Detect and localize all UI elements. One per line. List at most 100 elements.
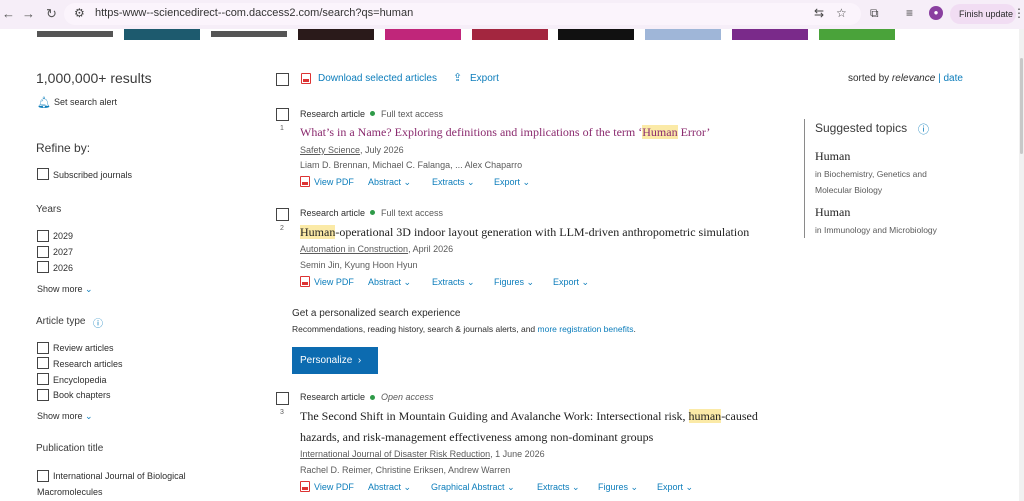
bell-icon[interactable]: 🔔︎	[37, 96, 51, 109]
topic-link[interactable]: Human	[815, 149, 850, 164]
result-checkbox[interactable]	[276, 392, 289, 405]
subscribed-journals-checkbox[interactable]	[37, 168, 49, 180]
journal-thumbnail[interactable]	[645, 29, 721, 40]
export-toggle[interactable]: Export ⌄	[494, 177, 530, 188]
article-type-checkbox[interactable]	[37, 389, 49, 401]
publication-label: International Journal of Biological	[53, 471, 186, 481]
journal-thumbnail[interactable]	[385, 29, 461, 40]
year-checkbox[interactable]	[37, 261, 49, 273]
access-label: Full text access	[381, 109, 444, 119]
finish-update-button[interactable]: Finish update	[950, 4, 1016, 24]
menu-icon[interactable]: ⋮	[1013, 6, 1024, 20]
figures-toggle[interactable]: Figures ⌄	[598, 482, 638, 493]
graphical-abstract-toggle[interactable]: Graphical Abstract ⌄	[431, 482, 515, 493]
download-selected-link[interactable]: Download selected articles	[318, 73, 437, 84]
journal-thumbnail[interactable]	[211, 31, 287, 37]
extracts-toggle[interactable]: Extracts ⌄	[432, 177, 475, 188]
article-type-label: Review articles	[53, 343, 114, 353]
result-date: , 1 June 2026	[490, 449, 545, 459]
journal-link[interactable]: Automation in Construction	[300, 244, 408, 254]
extensions-icon[interactable]: ⧉	[870, 6, 879, 21]
scrollbar-thumb[interactable]	[1020, 58, 1023, 154]
abstract-toggle[interactable]: Abstract ⌄	[368, 177, 411, 188]
title-text: -operational 3D indoor layout generation…	[335, 225, 750, 239]
export-link[interactable]: Export	[470, 73, 499, 84]
result-authors: Liam D. Brennan, Michael C. Falanga, ...…	[300, 160, 523, 170]
topic-link[interactable]: Human	[815, 205, 850, 220]
extracts-toggle[interactable]: Extracts ⌄	[432, 277, 475, 288]
topic-category: in Immunology and Microbiology	[815, 225, 937, 235]
reading-list-icon[interactable]: ≡	[906, 6, 913, 20]
export-toggle[interactable]: Export ⌄	[553, 277, 589, 288]
registration-benefits-link[interactable]: more registration benefits	[538, 324, 634, 334]
result-title-link[interactable]: The Second Shift in Mountain Guiding and…	[300, 409, 758, 424]
help-icon[interactable]: ⓘ	[93, 315, 103, 330]
export-toggle[interactable]: Export ⌄	[657, 482, 693, 493]
access-label: Full text access	[381, 208, 444, 218]
result-title-link[interactable]: Human-operational 3D indoor layout gener…	[300, 225, 749, 240]
result-number: 1	[280, 125, 284, 132]
translate-icon[interactable]: ⇆	[814, 6, 824, 20]
journal-thumbnail[interactable]	[819, 29, 895, 40]
year-label: 2026	[53, 263, 74, 273]
journal-thumbnail[interactable]	[37, 31, 113, 37]
chevron-down-icon: ⌄	[581, 277, 590, 287]
help-icon[interactable]: ⓘ	[918, 121, 929, 137]
year-checkbox[interactable]	[37, 246, 49, 258]
chevron-down-icon: ⌄	[467, 177, 475, 187]
publication-checkbox[interactable]	[37, 470, 49, 482]
site-settings-icon[interactable]: ⚙	[74, 6, 85, 20]
set-search-alert-link[interactable]: Set search alert	[54, 97, 117, 107]
promo-end: .	[633, 324, 636, 334]
url-text[interactable]: https-www--sciencedirect--com.daccess2.c…	[95, 7, 413, 19]
chevron-down-icon: ⌄	[85, 284, 93, 294]
article-type-checkbox[interactable]	[37, 373, 49, 385]
result-title-link[interactable]: What’s in a Name? Exploring definitions …	[300, 125, 710, 140]
chevron-down-icon: ⌄	[403, 482, 412, 492]
chevron-down-icon: ⌄	[522, 177, 531, 187]
chevron-down-icon: ⌄	[507, 482, 515, 492]
result-title-line2[interactable]: hazards, and risk-management effectivene…	[300, 430, 653, 445]
article-type-heading: Article type	[36, 316, 86, 327]
journal-link[interactable]: Safety Science	[300, 145, 360, 155]
result-type: Research article	[300, 109, 366, 119]
topic-category: in Biochemistry, Genetics and	[815, 169, 927, 179]
journal-thumbnail[interactable]	[124, 29, 200, 40]
article-type-checkbox[interactable]	[37, 342, 49, 354]
result-checkbox[interactable]	[276, 208, 289, 221]
star-icon[interactable]: ☆	[836, 6, 847, 20]
title-text: Error’	[677, 125, 711, 139]
view-pdf-link[interactable]: View PDF	[314, 177, 354, 187]
journal-thumbnail[interactable]	[732, 29, 808, 40]
view-pdf-link[interactable]: View PDF	[314, 482, 354, 492]
chevron-down-icon: ⌄	[630, 482, 639, 492]
article-type-checkbox[interactable]	[37, 357, 49, 369]
journal-thumbnail[interactable]	[298, 29, 374, 40]
result-source: Automation in Construction, April 2026	[300, 244, 453, 254]
graphical-abstract-label: Graphical Abstract	[431, 482, 505, 492]
extracts-toggle[interactable]: Extracts ⌄	[537, 482, 580, 493]
title-highlight: Human	[642, 125, 678, 139]
export-icon[interactable]: ⇪	[453, 71, 462, 84]
result-checkbox[interactable]	[276, 108, 289, 121]
view-pdf-link[interactable]: View PDF	[314, 277, 354, 287]
select-all-checkbox[interactable]	[276, 73, 289, 86]
journal-link[interactable]: International Journal of Disaster Risk R…	[300, 449, 490, 459]
journal-thumbnail[interactable]	[558, 29, 634, 40]
year-checkbox[interactable]	[37, 230, 49, 242]
journal-thumbnail[interactable]	[472, 29, 548, 40]
figures-toggle[interactable]: Figures ⌄	[494, 277, 534, 288]
abstract-toggle[interactable]: Abstract ⌄	[368, 277, 411, 288]
profile-icon[interactable]: ●	[929, 6, 943, 20]
back-icon[interactable]: ←	[2, 6, 15, 21]
sort-date-link[interactable]: date	[943, 73, 962, 84]
forward-icon[interactable]: →	[22, 6, 35, 21]
abstract-label: Abstract	[368, 482, 402, 492]
abstract-toggle[interactable]: Abstract ⌄	[368, 482, 411, 493]
years-show-more[interactable]: Show more ⌄	[37, 284, 93, 295]
personalize-button[interactable]: Personalize ›	[292, 347, 378, 374]
reload-icon[interactable]: ↻	[46, 6, 57, 22]
types-show-more[interactable]: Show more ⌄	[37, 411, 93, 422]
chevron-right-icon: ›	[357, 355, 362, 366]
refine-heading: Refine by:	[36, 141, 91, 155]
